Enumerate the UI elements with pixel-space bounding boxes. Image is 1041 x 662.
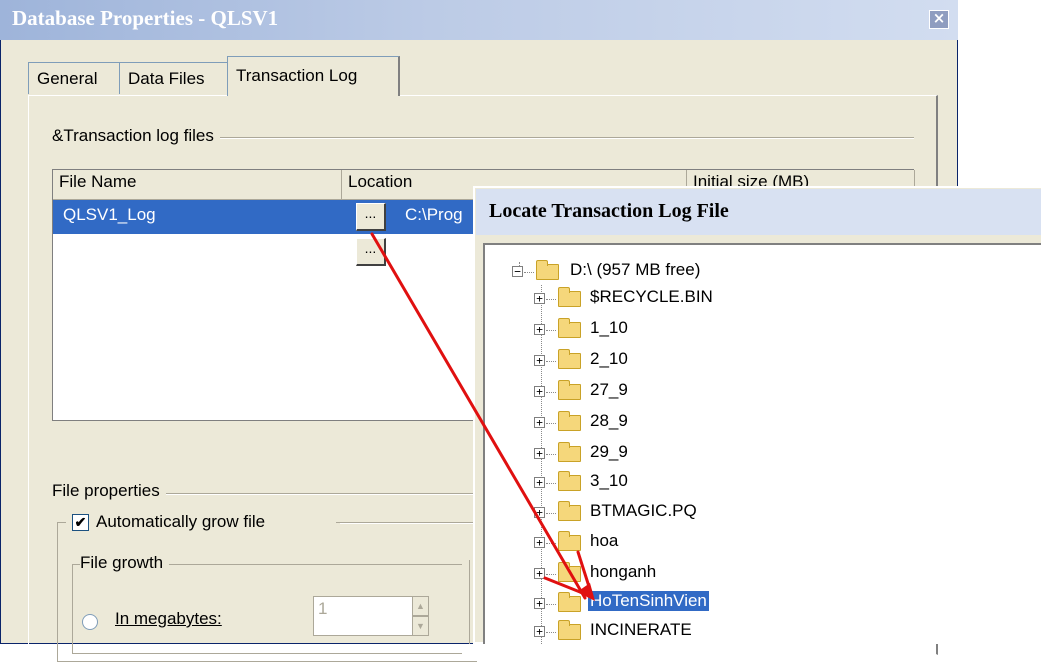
annotation-arrows: [370, 232, 595, 601]
arrow-browse-to-folder: [370, 232, 587, 600]
